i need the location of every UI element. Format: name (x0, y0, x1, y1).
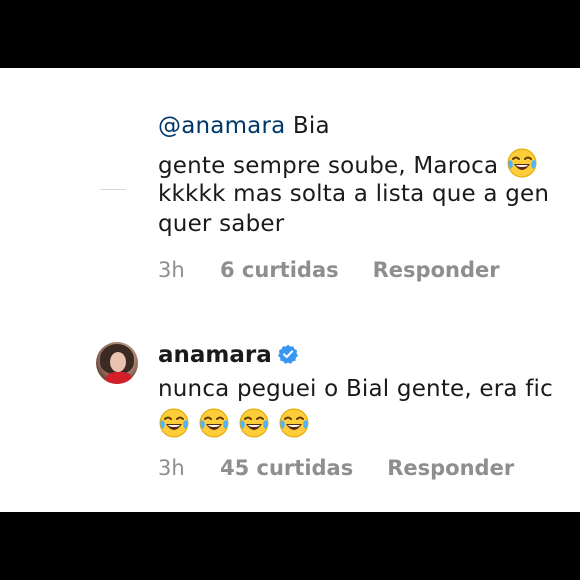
laughing-emoji-icon (158, 407, 190, 439)
comment-author: anamara (158, 342, 298, 368)
reply-comment-line-2: gente sempre soube, Maroca (158, 147, 538, 179)
main-comment-meta: 3h 45 curtidas Responder (158, 456, 514, 480)
avatar[interactable] (96, 342, 138, 384)
comments-panel: @anamara Bia gente sempre soube, Maroca … (0, 68, 580, 512)
reply-button[interactable]: Responder (387, 456, 514, 480)
reply-comment-line-3: kkkkk mas solta a lista que a gen (158, 181, 550, 207)
reply-thread-line (100, 189, 126, 190)
mention-link[interactable]: @anamara (158, 113, 285, 139)
laughing-emoji-icon (238, 407, 270, 439)
reply-comment-text-1: Bia (285, 113, 330, 139)
laughing-emoji-icon (278, 407, 310, 439)
reply-comment-meta: 3h 6 curtidas Responder (158, 258, 500, 282)
reply-comment-line-4: quer saber (158, 211, 285, 237)
emoji-row (158, 407, 318, 439)
reply-comment-line-1: @anamara Bia (158, 113, 330, 139)
likes-count-link[interactable]: 6 curtidas (220, 258, 339, 282)
comment-time: 3h (158, 258, 185, 282)
main-comment-text: nunca peguei o Bial gente, era fic (158, 376, 553, 402)
reply-comment-text-2: gente sempre soube, Maroca (158, 153, 499, 179)
comment-time: 3h (158, 456, 185, 480)
reply-button[interactable]: Responder (373, 258, 500, 282)
likes-count-link[interactable]: 45 curtidas (220, 456, 353, 480)
laughing-emoji-icon (506, 147, 538, 179)
username-link[interactable]: anamara (158, 342, 272, 368)
verified-badge-icon (277, 344, 298, 364)
avatar-face (110, 352, 126, 372)
laughing-emoji-icon (198, 407, 230, 439)
avatar-dress (106, 372, 132, 384)
